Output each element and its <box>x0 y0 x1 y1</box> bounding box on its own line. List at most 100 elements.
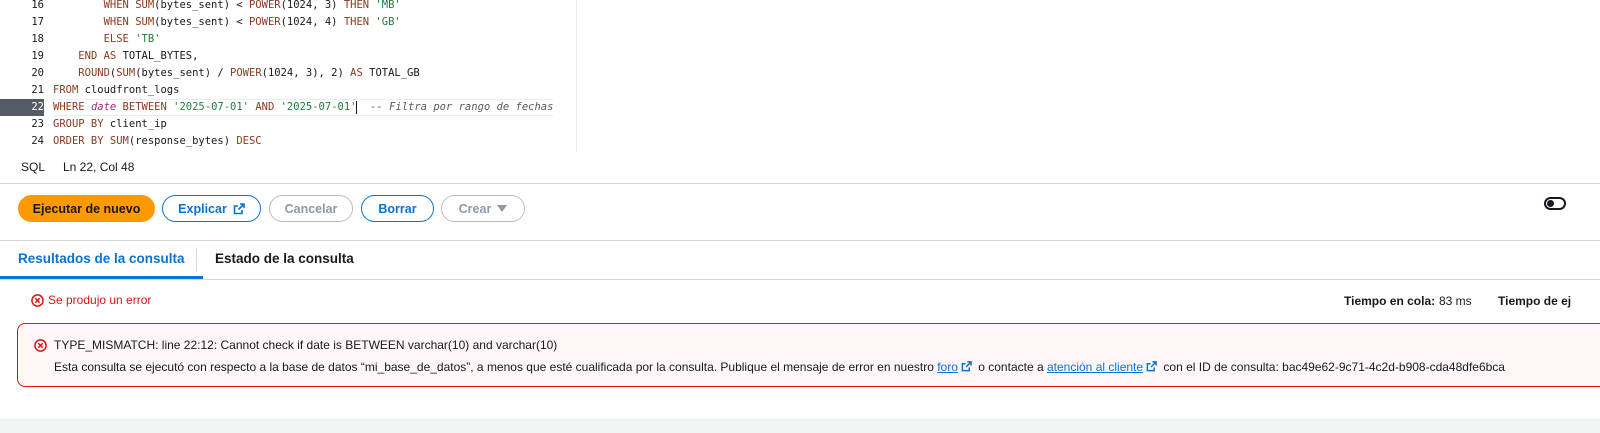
external-link-icon <box>961 361 972 372</box>
error-summary-text: Se produjo un error <box>48 293 152 307</box>
panel-footer-strip <box>0 419 1600 433</box>
line-number: 20 <box>31 67 44 79</box>
external-link-icon <box>233 202 245 214</box>
code-token: (bytes_sent) < <box>154 0 249 11</box>
customer-support-link[interactable]: atención al cliente <box>1047 360 1143 374</box>
clear-label: Borrar <box>378 201 417 216</box>
code-token: POWER <box>230 67 262 79</box>
queue-time-value: 83 ms <box>1439 294 1472 308</box>
line-number: 24 <box>31 135 44 147</box>
code-token: GROUP BY <box>53 118 110 130</box>
error-summary: Se produjo un error <box>31 293 151 307</box>
code-line[interactable]: 24 ORDER BY SUM(response_bytes) DESC <box>0 133 586 150</box>
code-token: BETWEEN <box>116 101 174 113</box>
query-toolbar: Ejecutar de nuevo Explicar Cancelar Borr… <box>0 184 1600 241</box>
code-text: ROUND(SUM(bytes_sent) / POWER(1024, 3), … <box>53 65 420 82</box>
external-link-icon <box>1146 361 1157 372</box>
code-token: POWER <box>248 16 281 28</box>
code-text: ORDER BY SUM(response_bytes) DESC <box>53 133 262 150</box>
code-token: 'MB' <box>375 0 401 11</box>
code-token: (1024, 4) <box>280 16 344 28</box>
code-line[interactable]: 16 WHEN SUM(bytes_sent) < POWER(1024, 3)… <box>0 0 586 14</box>
code-line[interactable]: 17 WHEN SUM(bytes_sent) < POWER(1024, 4)… <box>0 14 586 31</box>
code-line[interactable]: 22 WHERE date BETWEEN '2025-07-01' AND '2… <box>0 99 586 116</box>
line-number: 18 <box>31 33 44 45</box>
caret-down-icon <box>497 204 508 212</box>
explain-label: Explicar <box>178 201 227 216</box>
line-number: 23 <box>31 118 44 130</box>
code-token: ORDER BY <box>53 135 110 147</box>
run-again-button[interactable]: Ejecutar de nuevo <box>18 195 155 222</box>
code-token: WHERE <box>53 101 91 113</box>
code-token: SUM <box>109 135 129 147</box>
code-token: TOTAL_GB <box>369 67 420 79</box>
toggle-switch[interactable] <box>1544 197 1566 210</box>
cancel-button[interactable]: Cancelar <box>269 195 353 222</box>
cancel-label: Cancelar <box>284 201 338 216</box>
editor-status-bar: SQL Ln 22, Col 48 <box>0 152 1600 184</box>
sql-editor[interactable]: 16 WHEN SUM(bytes_sent) < POWER(1024, 3)… <box>0 0 1600 152</box>
code-token: SUM <box>135 0 155 11</box>
code-token: AND <box>249 101 281 113</box>
code-line[interactable]: 20 ROUND(SUM(bytes_sent) / POWER(1024, 3… <box>0 65 586 82</box>
code-token: '2025-07-01' <box>173 101 249 113</box>
create-label: Crear <box>458 201 492 216</box>
error-circle-icon <box>34 339 47 352</box>
explain-button[interactable]: Explicar <box>162 195 261 222</box>
code-token: 'TB' <box>135 33 161 45</box>
code-line[interactable]: 18 ELSE 'TB' <box>0 31 586 48</box>
execution-time-label: Tiempo de ej <box>1498 294 1572 308</box>
line-number: 22 <box>0 99 44 116</box>
clear-button[interactable]: Borrar <box>361 195 434 222</box>
line-number: 16 <box>31 0 44 11</box>
code-text: WHEN SUM(bytes_sent) < POWER(1024, 3) TH… <box>53 0 401 14</box>
code-token: (1024, 3) <box>280 0 344 11</box>
code-text: END AS TOTAL_BYTES, <box>53 48 198 65</box>
line-number: 19 <box>31 50 44 62</box>
code-token: AS <box>350 67 370 79</box>
code-text: WHEN SUM(bytes_sent) < POWER(1024, 4) TH… <box>53 14 401 31</box>
tab-query-status[interactable]: Estado de la consulta <box>197 241 372 279</box>
error-detail-text: Esta consulta se ejecutó con respecto a … <box>54 360 934 374</box>
run-again-label: Ejecutar de nuevo <box>32 201 141 216</box>
code-token: (response_bytes) <box>128 135 237 147</box>
code-token: '2025-07-01' <box>280 101 357 113</box>
code-line[interactable]: 23 GROUP BY client_ip <box>0 116 586 133</box>
code-token: 'GB' <box>375 16 401 28</box>
line-number: 21 <box>31 84 44 96</box>
code-token: (bytes_sent) < <box>154 16 249 28</box>
create-dropdown-button[interactable]: Crear <box>441 195 525 222</box>
code-token: TOTAL_BYTES, <box>122 50 199 62</box>
code-token: ROUND <box>78 67 110 79</box>
error-detail-text: con el ID de consulta: bac49e62-9c71-4c2… <box>1163 360 1505 374</box>
status-language: SQL <box>21 160 46 174</box>
code-token: WHEN <box>103 0 136 11</box>
code-token: -- Filtra por rango de fechas <box>357 101 554 113</box>
code-token: THEN <box>343 0 376 11</box>
code-token: THEN <box>343 16 376 28</box>
error-title: TYPE_MISMATCH: line 22:12: Cannot check … <box>54 338 558 352</box>
error-alert: TYPE_MISMATCH: line 22:12: Cannot check … <box>17 323 1600 387</box>
toggle-knob <box>1547 200 1554 207</box>
code-text: GROUP BY client_ip <box>53 116 167 133</box>
queue-time-label: Tiempo en cola: <box>1344 294 1436 308</box>
code-token: POWER <box>248 0 281 11</box>
code-line[interactable]: 19 END AS TOTAL_BYTES, <box>0 48 586 65</box>
code-token: (1024, 3), 2) <box>261 67 351 79</box>
tab-query-results[interactable]: Resultados de la consulta <box>0 241 203 279</box>
code-token: date <box>90 101 117 113</box>
code-line[interactable]: 21 FROM cloudfront_logs <box>0 82 586 99</box>
code-token: (bytes_sent) / <box>135 67 231 79</box>
code-text: ELSE 'TB' <box>53 31 161 48</box>
code-token: client_ip <box>109 118 167 130</box>
code-token: WHEN <box>103 16 136 28</box>
results-tabs: Resultados de la consulta Estado de la c… <box>0 241 1600 280</box>
code-token: SUM <box>116 67 136 79</box>
forum-link[interactable]: foro <box>937 360 958 374</box>
line-number: 17 <box>31 16 44 28</box>
code-token: FROM <box>53 84 85 96</box>
code-token: END AS <box>78 50 123 62</box>
error-detail-text: o contacte a <box>978 360 1044 374</box>
code-token: SUM <box>135 16 155 28</box>
code-text: WHERE date BETWEEN '2025-07-01' AND '202… <box>53 99 554 116</box>
